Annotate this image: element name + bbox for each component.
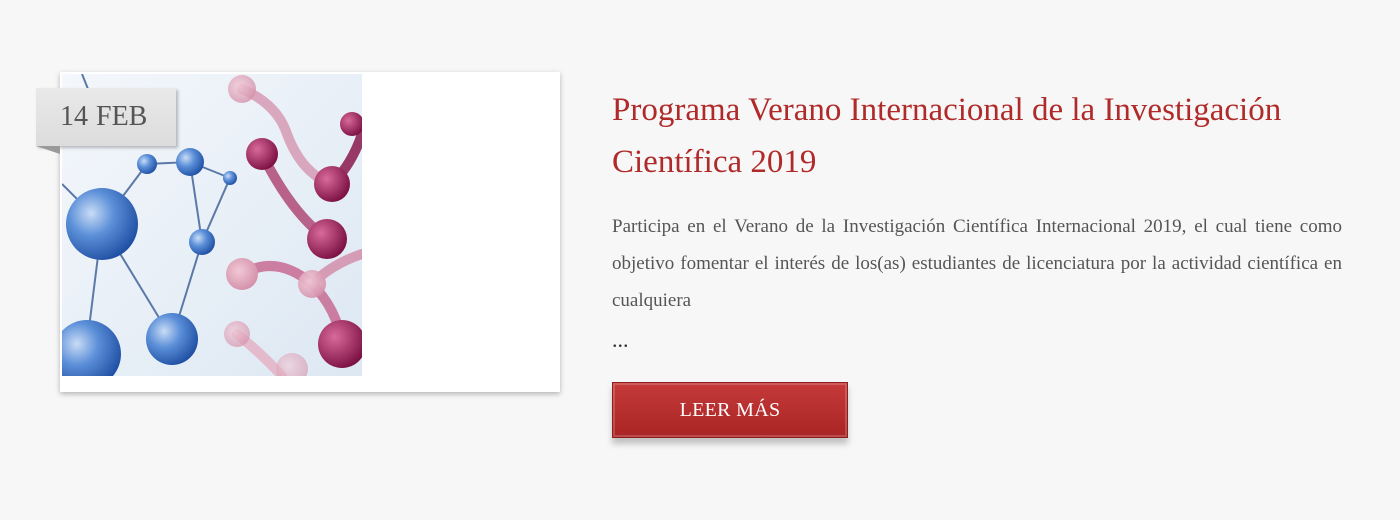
date-month: FEB [96,101,148,132]
read-more-button[interactable]: LEER MÁS [612,382,848,438]
date-day: 14 [60,101,88,132]
excerpt-ellipsis: ... [612,327,629,352]
post-title[interactable]: Programa Verano Internacional de la Inve… [612,84,1342,188]
post-content: Programa Verano Internacional de la Inve… [612,84,1342,351]
date-badge: 14 FEB [36,88,176,154]
read-more-label: LEER MÁS [679,398,781,421]
date-badge-fold [36,146,60,154]
post-excerpt: Participa en el Verano de la Investigaci… [612,216,1342,311]
